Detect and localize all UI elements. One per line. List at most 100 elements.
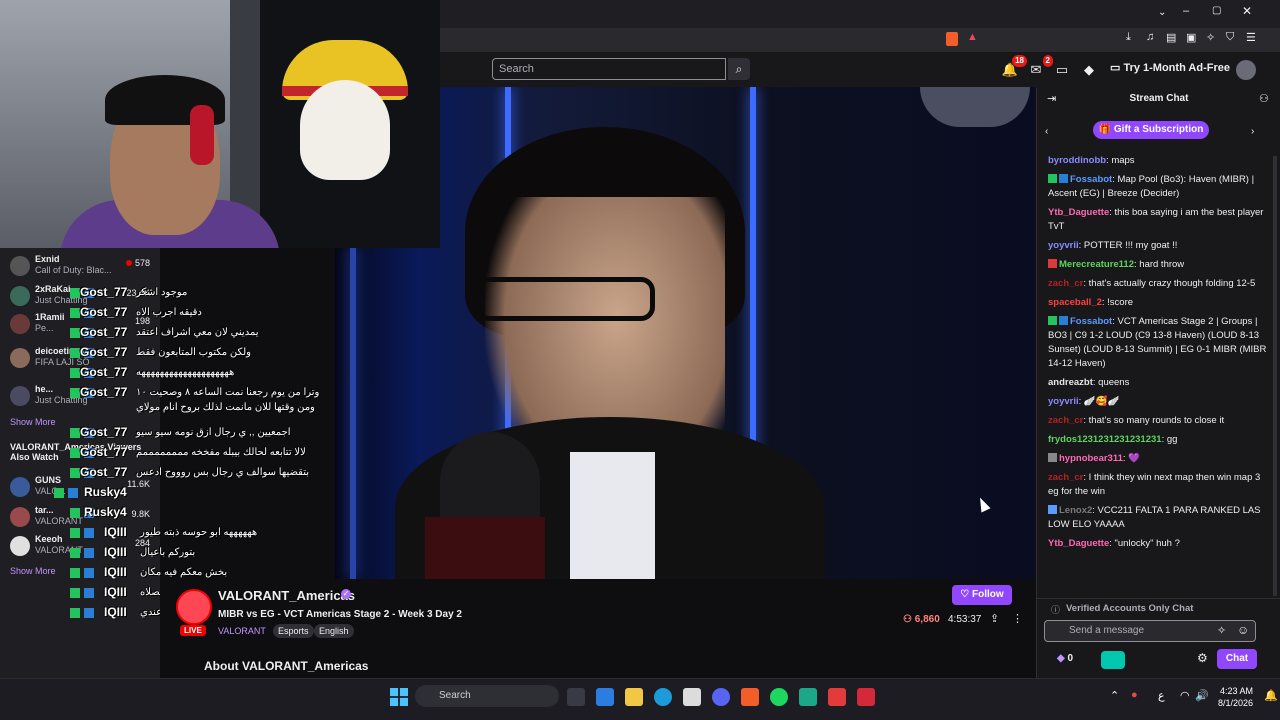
overlay-chat-message: لالا تتابعه لحالك بيبله مفخخه ممممممممم — [136, 447, 306, 458]
file-explorer-icon[interactable] — [625, 688, 643, 706]
chat-username[interactable]: byroddinobb — [1048, 155, 1106, 166]
maximize-icon[interactable]: ▢ — [1212, 5, 1221, 16]
chat-message: Ytb_Daguette: this boa saying i am the b… — [1048, 206, 1270, 234]
taskbar-search[interactable]: Search — [415, 685, 559, 707]
app-icon[interactable] — [799, 688, 817, 706]
chat-username[interactable]: Fossabot — [1070, 174, 1112, 185]
tray-chevron-icon[interactable]: ⌃ — [1110, 689, 1119, 702]
chat-username[interactable]: Lenox2 — [1059, 505, 1092, 516]
chat-username[interactable]: Ytb_Daguette — [1048, 538, 1109, 549]
chat-badge-icon[interactable] — [1059, 316, 1068, 325]
game-category-link[interactable]: VALORANT — [218, 626, 266, 636]
chat-badge-icon[interactable] — [1048, 259, 1057, 268]
community-icon[interactable]: ⚇ — [1259, 92, 1269, 105]
stream-title: MIBR vs EG - VCT Americas Stage 2 - Week… — [218, 609, 462, 620]
minimize-icon[interactable]: – — [1183, 5, 1189, 17]
search-button[interactable]: ⌕ — [728, 58, 750, 80]
channel-title[interactable]: VALORANT_Americas — [218, 588, 355, 603]
overlay-chat-user: Rusky4 — [84, 505, 127, 519]
task-view-icon[interactable] — [567, 688, 585, 706]
tab-list-chevron-icon[interactable]: ⌄ — [1158, 7, 1166, 18]
leo-ai-icon[interactable]: ✧ — [1206, 31, 1215, 44]
valorant-icon[interactable] — [857, 688, 875, 706]
chat-username[interactable]: Fossabot — [1070, 316, 1112, 327]
edge-icon[interactable] — [654, 688, 672, 706]
rewards-icon[interactable]: ▲ — [967, 31, 978, 43]
skull-icon — [300, 80, 390, 180]
about-heading: About VALORANT_Americas — [204, 659, 369, 673]
chat-badge-icon[interactable] — [1048, 174, 1057, 183]
wallet-icon[interactable]: ▣ — [1186, 31, 1196, 44]
notifications-icon[interactable]: 🔔 18 — [1001, 55, 1027, 79]
music-icon[interactable]: ♫ — [1146, 31, 1154, 43]
chat-text: maps — [1111, 155, 1135, 166]
windows-start-icon[interactable] — [390, 688, 408, 706]
copilot-icon[interactable] — [596, 688, 614, 706]
bits-icon[interactable]: ◆ — [1080, 61, 1098, 79]
spotify-icon[interactable] — [770, 688, 788, 706]
follow-button[interactable]: ♡ Follow — [952, 585, 1012, 605]
show-more-link[interactable]: Show More — [10, 566, 56, 576]
more-options-icon[interactable]: ⋮ — [1012, 612, 1023, 625]
inbox-icon[interactable]: ✉ 2 — [1027, 55, 1053, 79]
tag-esports[interactable]: Esports — [273, 624, 314, 638]
sidebar-channel[interactable]: Exnid Call of Duty: Blac... 578 — [10, 254, 160, 278]
tag-english[interactable]: English — [314, 624, 354, 638]
download-icon[interactable]: ⤓ — [1126, 31, 1131, 44]
send-chat-button[interactable]: Chat — [1217, 649, 1257, 669]
inbox-badge: 2 — [1042, 55, 1053, 67]
mic-icon[interactable]: ● — [1131, 689, 1138, 701]
channel-points[interactable]: ◆ 0 — [1057, 653, 1073, 664]
search-input[interactable]: Search — [492, 58, 726, 80]
emote-icon[interactable]: ☺ — [1237, 623, 1249, 637]
chat-username[interactable]: spaceball_2 — [1048, 297, 1102, 308]
overlay-chat-user: Gost_77 — [80, 425, 128, 439]
chat-scrollbar[interactable] — [1273, 156, 1277, 596]
chat-text: queens — [1098, 377, 1130, 388]
predictions-icon[interactable] — [1101, 651, 1125, 669]
channel-avatar[interactable] — [176, 589, 212, 625]
chat-username[interactable]: andreazbt — [1048, 377, 1093, 388]
brave-shield-icon[interactable] — [946, 32, 958, 46]
chevron-right-icon[interactable]: › — [1251, 126, 1254, 137]
chat-username[interactable]: zach_cr — [1048, 415, 1083, 426]
whisper-icon[interactable]: ▭ — [1053, 61, 1071, 79]
chat-badge-icon[interactable] — [1048, 453, 1057, 462]
share-icon[interactable]: ⇪ — [990, 612, 999, 625]
chat-username[interactable]: hypnobear311 — [1059, 453, 1123, 464]
menu-icon[interactable]: ☰ — [1246, 31, 1256, 44]
chat-username[interactable]: frydos1231231231231231 — [1048, 434, 1162, 445]
notification-bell-icon[interactable]: 🔔 — [1264, 689, 1278, 702]
channel-name: GUNS — [35, 475, 62, 485]
chat-username[interactable]: zach_cr — [1048, 472, 1083, 483]
chat-badge-icon[interactable] — [1048, 316, 1057, 325]
gift-subscription-button[interactable]: 🎁 Gift a Subscription — [1093, 121, 1209, 139]
chat-username[interactable]: yoyvrii — [1048, 396, 1079, 407]
vpn-icon[interactable]: ⛉ — [1226, 31, 1234, 44]
obs-icon[interactable] — [828, 688, 846, 706]
brave-icon[interactable] — [741, 688, 759, 706]
discord-icon[interactable] — [712, 688, 730, 706]
sidebar-icon[interactable]: ▤ — [1166, 31, 1176, 44]
chat-username[interactable]: yoyvrii — [1048, 240, 1079, 251]
chat-username[interactable]: zach_cr — [1048, 278, 1083, 289]
ad-free-button[interactable]: ▭ Try 1-Month Ad-Free — [1110, 61, 1230, 74]
user-avatar[interactable] — [1236, 60, 1256, 80]
chat-badge-icon[interactable] — [1059, 174, 1068, 183]
chat-badge-icon[interactable] — [1048, 505, 1057, 514]
viewer-count: 578 — [125, 258, 150, 268]
volume-icon[interactable]: 🔊 — [1195, 689, 1209, 702]
chat-username[interactable]: Ytb_Daguette — [1048, 207, 1109, 218]
language-icon[interactable]: ع — [1158, 689, 1165, 702]
show-more-link[interactable]: Show More — [10, 417, 56, 427]
chevron-left-icon[interactable]: ‹ — [1045, 126, 1048, 137]
store-icon[interactable] — [683, 688, 701, 706]
wifi-icon[interactable]: ◠ — [1180, 689, 1190, 702]
chat-username[interactable]: Merecreature112 — [1059, 259, 1134, 270]
settings-gear-icon[interactable]: ⚙ — [1197, 651, 1208, 665]
chat-message-list[interactable]: byroddinobb: maps Fossabot: Map Pool (Bo3… — [1048, 154, 1270, 594]
magic-icon[interactable]: ✧ — [1217, 624, 1226, 637]
close-window-icon[interactable]: ✕ — [1242, 4, 1252, 18]
system-clock[interactable]: 4:23 AM 8/1/2026 — [1218, 685, 1253, 709]
video-player[interactable] — [335, 87, 1035, 579]
